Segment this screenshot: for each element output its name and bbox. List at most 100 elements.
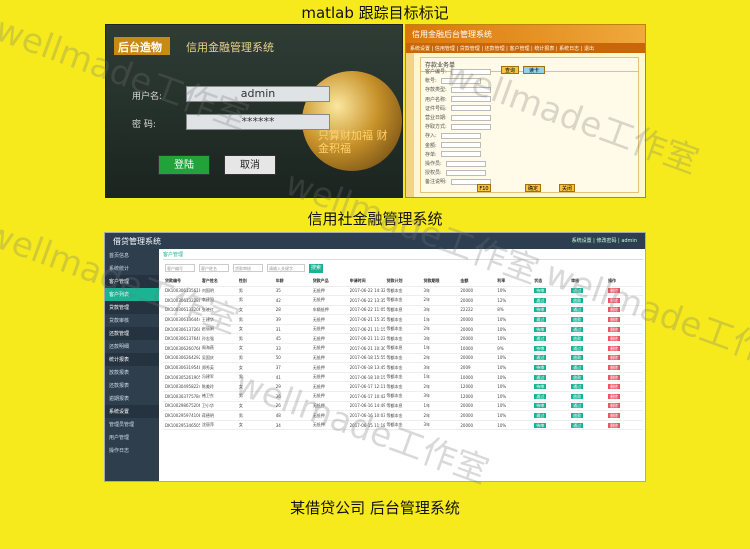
- action-tag[interactable]: 待审: [534, 422, 547, 428]
- table-cell[interactable]: 通过: [569, 381, 607, 393]
- table-row[interactable]: DK1003062607660 周海燕 女 33 无抵押 2017-06-21 10:30…: [163, 343, 643, 354]
- table-row[interactable]: DK1003061322806 李建国 男 42 无抵押 2017-06-22 13:35…: [163, 295, 643, 306]
- table-cell[interactable]: 删除: [606, 314, 643, 325]
- form-row-input[interactable]: [445, 169, 486, 176]
- sidebar-item[interactable]: 还款报表: [105, 379, 159, 392]
- table-row[interactable]: DK1003061332062 张晓红 女 28 车辆抵押 2017-06-22 11:0…: [163, 305, 643, 316]
- table-cell[interactable]: 放款: [569, 372, 607, 383]
- delete-button[interactable]: 删除: [608, 307, 621, 313]
- sidebar-item[interactable]: 贷款审核: [105, 314, 159, 327]
- form-row-input[interactable]: [450, 123, 491, 130]
- sidebar-item[interactable]: 还款管理: [105, 327, 159, 340]
- form-row-input[interactable]: [450, 68, 491, 75]
- table-cell[interactable]: 待审: [532, 401, 570, 412]
- table-cell[interactable]: 通过: [532, 410, 570, 421]
- action-tag[interactable]: 放款: [571, 374, 584, 380]
- table-cell[interactable]: 删除: [606, 381, 643, 393]
- action-tag[interactable]: 待审: [534, 384, 547, 390]
- sidebar-item[interactable]: 客户管理: [105, 275, 159, 288]
- action-tag[interactable]: 待审: [534, 288, 547, 294]
- sidebar-item[interactable]: 统计报表: [105, 353, 159, 366]
- table-cell[interactable]: 删除: [606, 286, 643, 297]
- form-row-input[interactable]: [450, 114, 491, 121]
- table-cell[interactable]: 通过: [569, 401, 607, 412]
- action-tag[interactable]: 待审: [534, 345, 547, 351]
- table-cell[interactable]: 通过: [532, 353, 570, 364]
- table-row[interactable]: DK1003049582247 陈美玲 女 29 无抵押 2017-06-17 12:11…: [163, 381, 643, 393]
- table-cell[interactable]: 待审: [532, 420, 570, 431]
- table-cell[interactable]: 放款: [569, 295, 607, 306]
- search-input-name[interactable]: 客户姓名: [199, 264, 229, 272]
- delete-button[interactable]: 删除: [608, 374, 621, 380]
- search-button[interactable]: 搜索: [309, 264, 323, 273]
- table-cell[interactable]: 待审: [532, 362, 570, 373]
- search-input-id[interactable]: 客户编号: [165, 264, 195, 272]
- password-input[interactable]: ******: [186, 114, 330, 130]
- table-row[interactable]: DK1003061364440 王建华 男 39 无抵押 2017-06-21 15:35…: [163, 314, 643, 325]
- action-tag[interactable]: 放款: [571, 355, 584, 361]
- form-row-input[interactable]: [440, 142, 481, 149]
- delete-button[interactable]: 删除: [608, 336, 621, 342]
- form-row-input[interactable]: [450, 105, 491, 112]
- delete-button[interactable]: 删除: [608, 413, 621, 419]
- sidebar-item[interactable]: 管理员管理: [105, 418, 159, 431]
- table-cell[interactable]: 通过: [532, 333, 570, 345]
- action-tag[interactable]: 放款: [571, 317, 584, 323]
- form-row-input[interactable]: [440, 132, 481, 139]
- action-tag[interactable]: 通过: [571, 365, 584, 371]
- table-cell[interactable]: 通过: [569, 343, 607, 354]
- delete-button[interactable]: 删除: [608, 422, 621, 428]
- table-row[interactable]: DK1003061372605 赵丽娟 女 31 无抵押 2017-06-21 11:15…: [163, 324, 643, 335]
- table-cell[interactable]: 通过: [569, 286, 607, 297]
- table-row[interactable]: DK1002953465057 沈丽萍 女 34 无抵押 2017-06-15 11:18…: [163, 420, 643, 431]
- f10-button[interactable]: F10: [477, 184, 491, 192]
- form-row-input[interactable]: [440, 151, 481, 158]
- table-row[interactable]: DK1003052619054 冯建军 男 41 无抵押 2017-06-18 10:15…: [163, 372, 643, 383]
- action-tag[interactable]: 通过: [571, 384, 584, 390]
- table-cell[interactable]: 放款: [569, 333, 607, 345]
- delete-button[interactable]: 删除: [608, 326, 621, 332]
- table-cell[interactable]: 删除: [606, 372, 643, 383]
- action-tag[interactable]: 待审: [534, 365, 547, 371]
- table-cell[interactable]: 删除: [606, 305, 643, 316]
- table-cell[interactable]: 删除: [606, 410, 643, 421]
- action-tag[interactable]: 通过: [534, 297, 547, 303]
- sidebar-item[interactable]: 用户管理: [105, 431, 159, 444]
- table-row[interactable]: DK1003061356100 刘国明 男 35 无抵押 2017-06-22 14:32…: [163, 286, 643, 297]
- action-tag[interactable]: 通过: [571, 422, 584, 428]
- sidebar-item[interactable]: 放款报表: [105, 366, 159, 379]
- action-tag[interactable]: 通过: [534, 413, 547, 419]
- query-button[interactable]: 查询: [501, 66, 519, 74]
- action-tag[interactable]: 待审: [534, 307, 547, 313]
- action-tag[interactable]: 通过: [571, 345, 584, 351]
- table-cell[interactable]: 通过: [569, 324, 607, 335]
- action-tag[interactable]: 通过: [534, 355, 547, 361]
- sidebar-item[interactable]: 客户列表: [105, 288, 159, 301]
- admin-menu[interactable]: 系统设置 | 信用管理 | 贷款管理 | 还款管理 | 客户管理 | 统计报表 …: [406, 43, 645, 53]
- table-cell[interactable]: 删除: [606, 333, 643, 345]
- table-cell[interactable]: 待审: [532, 286, 570, 297]
- delete-button[interactable]: 删除: [608, 345, 621, 351]
- table-cell[interactable]: 通过: [569, 362, 607, 373]
- action-tag[interactable]: 通过: [534, 336, 547, 342]
- action-tag[interactable]: 放款: [571, 336, 584, 342]
- table-row[interactable]: DK1003062642923 吴国庆 男 50 无抵押 2017-06-18 15:55…: [163, 353, 643, 364]
- table-cell[interactable]: 删除: [606, 295, 643, 306]
- search-select-status[interactable]: 贷款审核: [233, 264, 263, 272]
- action-tag[interactable]: 通过: [534, 317, 547, 323]
- search-input-keyword[interactable]: 请输入关键字: [267, 264, 305, 272]
- table-cell[interactable]: 删除: [606, 353, 643, 364]
- cancel-button[interactable]: 取消: [224, 155, 276, 175]
- delete-button[interactable]: 删除: [608, 384, 621, 390]
- sidebar-item[interactable]: 首页信息: [105, 249, 159, 262]
- delete-button[interactable]: 删除: [608, 365, 621, 371]
- table-cell[interactable]: 通过: [532, 314, 570, 325]
- form-row-input[interactable]: [440, 77, 481, 84]
- read-card-button[interactable]: 读卡: [523, 66, 545, 74]
- table-cell[interactable]: 放款: [569, 391, 607, 402]
- table-cell[interactable]: 放款: [569, 410, 607, 421]
- confirm-button[interactable]: 确定: [525, 184, 541, 192]
- sidebar-item[interactable]: 系统统计: [105, 262, 159, 275]
- close-button[interactable]: 关闭: [559, 184, 575, 192]
- form-row-input[interactable]: [445, 160, 486, 167]
